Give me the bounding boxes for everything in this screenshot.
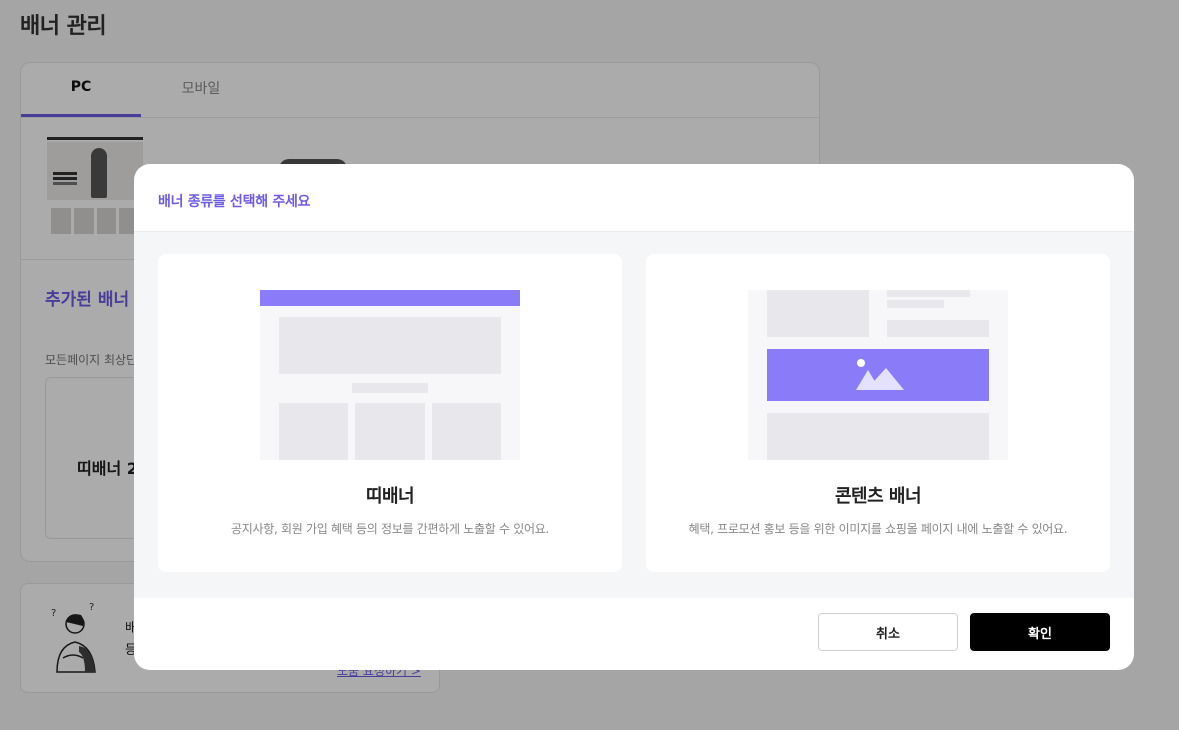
- option-title: 띠배너: [365, 486, 415, 507]
- modal-title: 배너 종류를 선택해 주세요: [158, 194, 311, 210]
- option-content-banner[interactable]: 콘텐츠 배너 혜택, 프로모션 홍보 등을 위한 이미지를 쇼핑몰 페이지 내에…: [646, 254, 1110, 572]
- option-title: 콘텐츠 배너: [834, 486, 922, 507]
- option-desc: 공지사항, 회원 가입 혜택 등의 정보를 간편하게 노출할 수 있어요.: [231, 522, 549, 536]
- modal-body: 띠배너 공지사항, 회원 가입 혜택 등의 정보를 간편하게 노출할 수 있어요…: [134, 232, 1134, 598]
- confirm-button[interactable]: 확인: [970, 613, 1110, 651]
- option-strip-banner[interactable]: 띠배너 공지사항, 회원 가입 혜택 등의 정보를 간편하게 노출할 수 있어요…: [158, 254, 622, 572]
- banner-type-modal: 배너 종류를 선택해 주세요 띠배너 공지사항, 회원 가입 혜택 등의 정보를…: [134, 164, 1134, 670]
- modal-footer: 취소 확인: [134, 598, 1134, 670]
- modal-header: 배너 종류를 선택해 주세요: [134, 164, 1134, 232]
- strip-banner-illustration: [260, 290, 520, 460]
- cancel-button[interactable]: 취소: [818, 613, 958, 651]
- option-desc: 혜택, 프로모션 홍보 등을 위한 이미지를 쇼핑몰 페이지 내에 노출할 수 …: [688, 522, 1068, 536]
- content-banner-illustration: [748, 290, 1008, 460]
